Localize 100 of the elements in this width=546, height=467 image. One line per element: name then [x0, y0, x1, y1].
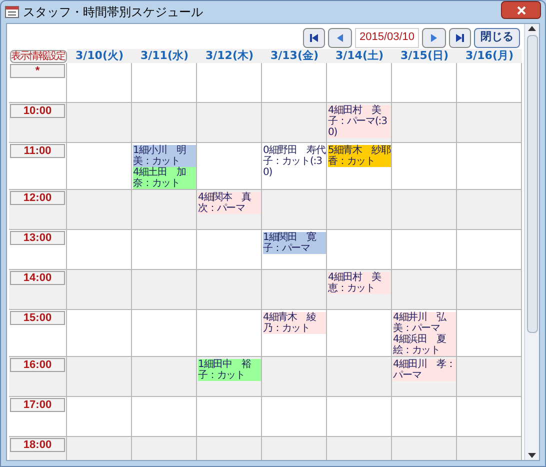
first-record-button[interactable] [303, 28, 325, 48]
schedule-cell[interactable] [392, 103, 457, 143]
schedule-cell[interactable]: 5細青木 紗耶香：カット [327, 143, 392, 190]
scroll-down-icon [528, 453, 536, 458]
time-label: 11:00 [10, 144, 65, 158]
schedule-cell[interactable] [262, 190, 327, 230]
schedule-cell[interactable] [67, 63, 132, 103]
schedule-cell[interactable] [197, 310, 262, 357]
schedule-cell[interactable] [197, 63, 262, 103]
appointment-entry[interactable]: 1細田中 裕子：カット [198, 359, 261, 381]
schedule-cell[interactable] [197, 143, 262, 190]
schedule-cell[interactable] [67, 143, 132, 190]
schedule-cell[interactable]: 0細野田 寿代子：カット(:30) [262, 143, 327, 190]
schedule-cell[interactable] [457, 270, 522, 310]
schedule-cell[interactable] [67, 397, 132, 437]
schedule-cell[interactable] [197, 397, 262, 437]
schedule-cell[interactable] [197, 230, 262, 270]
schedule-cell[interactable] [67, 310, 132, 357]
schedule-cell[interactable]: 4細田村 美恵：カット [327, 270, 392, 310]
schedule-cell[interactable]: 1細関田 寛子：パーマ [262, 230, 327, 270]
next-button[interactable] [422, 28, 446, 48]
appointment-entry[interactable]: 4細浜田 夏絵：カット [393, 334, 456, 356]
schedule-cell[interactable] [67, 103, 132, 143]
appointment-entry[interactable]: 4細井川 弘美：パーマ [393, 312, 456, 334]
day-header: 3/12(木) [197, 49, 262, 63]
schedule-cell[interactable] [132, 270, 197, 310]
schedule-cell[interactable] [457, 310, 522, 357]
schedule-cell[interactable] [67, 270, 132, 310]
schedule-cell[interactable] [392, 143, 457, 190]
close-button[interactable]: 閉じる [474, 28, 520, 48]
appointment-entry[interactable]: 5細青木 紗耶香：カット [328, 145, 391, 167]
date-field[interactable]: 2015/03/10 [355, 28, 419, 48]
scroll-thumb[interactable] [526, 35, 538, 333]
schedule-cell[interactable] [392, 397, 457, 437]
day-header: 3/10(火) [67, 49, 132, 63]
schedule-cell[interactable] [197, 103, 262, 143]
schedule-cell[interactable] [132, 63, 197, 103]
schedule-cell[interactable]: 1細小川 明美：カット 4細土田 加奈：カット [132, 143, 197, 190]
schedule-cell[interactable] [262, 63, 327, 103]
schedule-cell[interactable] [67, 357, 132, 397]
schedule-cell[interactable] [327, 63, 392, 103]
last-record-button[interactable] [449, 28, 471, 48]
schedule-cell[interactable] [457, 357, 522, 397]
schedule-cell[interactable] [457, 397, 522, 437]
skip-to-start-icon [310, 34, 318, 42]
schedule-cell[interactable] [132, 357, 197, 397]
schedule-cell[interactable] [457, 103, 522, 143]
left-triangle-icon [337, 34, 343, 42]
appointment-entry[interactable]: 4細土田 加奈：カット [133, 167, 196, 189]
time-label: 13:00 [10, 231, 65, 245]
appointment-entry[interactable]: 0細野田 寿代子：カット(:30) [263, 145, 326, 178]
schedule-cell[interactable] [132, 230, 197, 270]
appointment-entry[interactable]: 4細関本 真次：パーマ [198, 192, 261, 214]
previous-button[interactable] [328, 28, 352, 48]
schedule-cell[interactable] [392, 270, 457, 310]
appointment-entry[interactable]: 4細田川 孝：パーマ [393, 359, 456, 381]
schedule-cell[interactable] [262, 397, 327, 437]
schedule-cell[interactable] [132, 103, 197, 143]
day-header: 3/16(月) [457, 49, 522, 63]
schedule-cell[interactable] [262, 270, 327, 310]
appointment-entry[interactable]: 4細田村 美恵：カット [328, 272, 391, 294]
schedule-cell[interactable] [327, 310, 392, 357]
schedule-cell[interactable]: 4細青木 綾乃：カット [262, 310, 327, 357]
day-header: 3/13(金) [262, 49, 327, 63]
form-icon [5, 6, 19, 18]
schedule-cell[interactable] [262, 357, 327, 397]
scroll-up-icon [528, 26, 536, 31]
schedule-cell[interactable]: 4細田川 孝：パーマ [392, 357, 457, 397]
schedule-cell[interactable] [132, 190, 197, 230]
schedule-cell[interactable] [457, 190, 522, 230]
day-header: 3/14(土) [327, 49, 392, 63]
schedule-cell[interactable] [132, 397, 197, 437]
schedule-cell[interactable] [327, 397, 392, 437]
appointment-entry[interactable]: 4細青木 綾乃：カット [263, 312, 326, 334]
schedule-cell[interactable] [67, 190, 132, 230]
appointment-entry[interactable]: 1細関田 寛子：パーマ [263, 232, 326, 254]
schedule-cell[interactable] [392, 190, 457, 230]
schedule-cell[interactable] [392, 230, 457, 270]
schedule-cell[interactable]: 1細田中 裕子：カット [197, 357, 262, 397]
schedule-cell[interactable] [327, 357, 392, 397]
schedule-cell[interactable] [197, 270, 262, 310]
schedule-cell[interactable] [457, 230, 522, 270]
schedule-cell[interactable] [262, 103, 327, 143]
close-window-button[interactable] [501, 1, 541, 19]
schedule-cell[interactable] [392, 63, 457, 103]
day-header: 3/11(水) [132, 49, 197, 63]
schedule-cell[interactable] [457, 143, 522, 190]
schedule-cell[interactable]: 4細井川 弘美：パーマ 4細浜田 夏絵：カット [392, 310, 457, 357]
time-label: 14:00 [10, 271, 65, 285]
settings-button[interactable]: 表示情報設定 [10, 50, 66, 62]
time-label: * [10, 64, 65, 78]
schedule-cell[interactable] [132, 310, 197, 357]
schedule-cell[interactable] [67, 230, 132, 270]
time-label: 18:00 [10, 438, 65, 452]
appointment-entry[interactable]: 1細小川 明美：カット [133, 145, 196, 167]
schedule-cell[interactable] [327, 190, 392, 230]
schedule-cell[interactable] [327, 230, 392, 270]
schedule-cell[interactable]: 4細関本 真次：パーマ [197, 190, 262, 230]
scrollbar[interactable] [524, 24, 539, 460]
schedule-cell[interactable] [457, 63, 522, 103]
